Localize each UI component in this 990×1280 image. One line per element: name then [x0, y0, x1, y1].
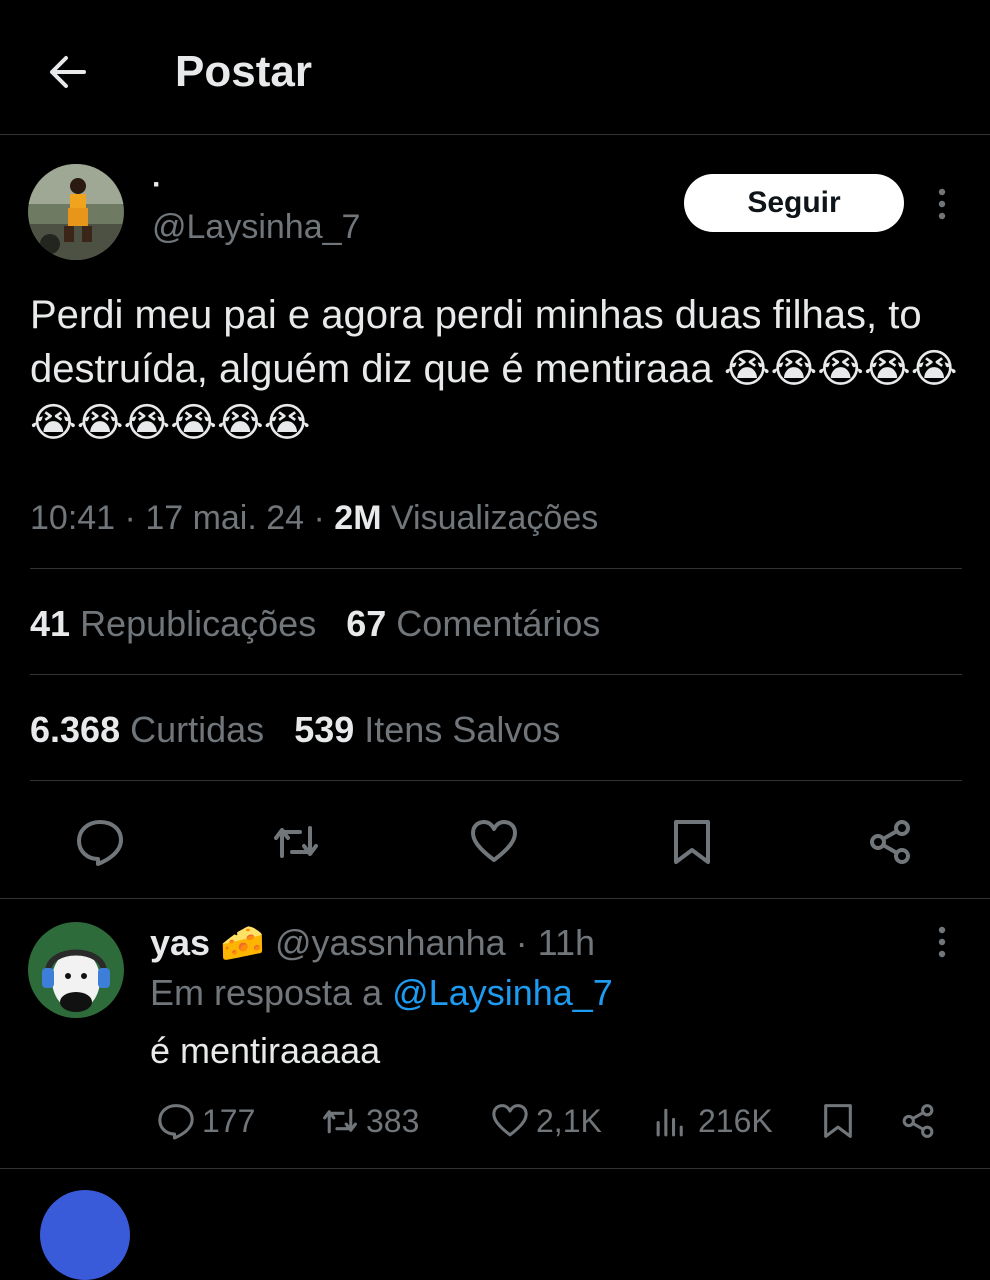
- cheese-emoji: 🧀: [220, 922, 265, 963]
- author-name[interactable]: ·: [152, 170, 162, 200]
- reply-share-button[interactable]: [898, 1098, 938, 1144]
- reply-views-button[interactable]: 216K: [652, 1098, 773, 1144]
- reply-comment-button[interactable]: 177: [156, 1098, 255, 1144]
- views-bar-chart-icon: [656, 1108, 683, 1137]
- reply-time[interactable]: 11h: [538, 922, 595, 963]
- reposts-link[interactable]: 41 Republicações: [30, 603, 316, 644]
- page-title: Postar: [175, 47, 312, 96]
- comments-count: 67: [346, 603, 387, 644]
- author-handle[interactable]: @Laysinha_7: [152, 207, 360, 247]
- more-vertical-icon: [938, 926, 946, 958]
- likes-count: 6.368: [30, 709, 121, 750]
- reply-bookmark-button[interactable]: [818, 1098, 858, 1144]
- repost-icon: [274, 826, 318, 858]
- reply-repost-button[interactable]: 383: [320, 1098, 419, 1144]
- avatar-photo-icon: [28, 164, 124, 260]
- in-reply-handle-link[interactable]: @Laysinha_7: [392, 972, 613, 1013]
- bookmark-icon: [824, 1104, 852, 1138]
- reply-comment-count: 177: [202, 1102, 256, 1139]
- reply-author-name[interactable]: yas: [150, 922, 210, 963]
- reply-views-count: 216K: [698, 1102, 773, 1139]
- more-vertical-icon: [938, 188, 946, 220]
- comments-label: Comentários: [396, 603, 601, 644]
- in-reply-prefix: Em resposta a: [150, 972, 383, 1013]
- saves-label: Itens Salvos: [364, 709, 561, 750]
- divider: [0, 1168, 990, 1169]
- arrow-left-icon: [50, 56, 86, 88]
- share-icon: [902, 1104, 934, 1138]
- next-reply-avatar[interactable]: [40, 1190, 130, 1280]
- in-reply-to: Em resposta a @Laysinha_7: [150, 970, 613, 1016]
- bookmark-icon: [674, 820, 710, 864]
- comment-icon: [158, 1104, 194, 1140]
- likes-link[interactable]: 6.368 Curtidas: [30, 709, 264, 750]
- follow-button[interactable]: Seguir: [684, 174, 904, 232]
- repost-icon: [323, 1108, 357, 1134]
- heart-icon: [492, 1104, 528, 1137]
- likes-saves-stats: 6.368 Curtidas 539 Itens Salvos: [30, 708, 560, 752]
- likes-label: Curtidas: [130, 709, 265, 750]
- heart-icon: [471, 820, 517, 862]
- saves-link[interactable]: 539 Itens Salvos: [294, 709, 560, 750]
- comments-link[interactable]: 67 Comentários: [346, 603, 600, 644]
- divider: [30, 674, 962, 675]
- header-divider: [0, 134, 990, 135]
- reply-text: é mentiraaaaa: [150, 1030, 381, 1071]
- author-avatar[interactable]: [28, 164, 124, 260]
- reply-like-count: 2,1K: [536, 1102, 602, 1139]
- back-button[interactable]: [44, 48, 92, 96]
- share-button[interactable]: [864, 816, 916, 868]
- divider: [30, 780, 962, 781]
- comment-icon: [77, 820, 123, 866]
- views-label: Visualizações: [390, 499, 599, 537]
- reply-button[interactable]: [74, 816, 126, 868]
- tweet-meta: 10:41 · 17 mai. 24 · 2M Visualizações: [30, 499, 599, 537]
- reposts-label: Republicações: [80, 603, 317, 644]
- snoopy-avatar-icon: [28, 922, 124, 1018]
- bookmark-button[interactable]: [666, 816, 718, 868]
- share-icon: [870, 820, 910, 864]
- tweet-text: Perdi meu pai e agora perdi minhas duas …: [30, 288, 960, 450]
- reply-author-handle[interactable]: @yassnhanha: [275, 922, 506, 963]
- tweet-time[interactable]: 10:41: [30, 499, 115, 537]
- repost-button[interactable]: [270, 816, 322, 868]
- reply-more-options-button[interactable]: [928, 924, 956, 960]
- reply-like-button[interactable]: 2,1K: [490, 1098, 602, 1144]
- like-button[interactable]: [468, 816, 520, 868]
- divider: [0, 898, 990, 899]
- repost-comment-stats: 41 Republicações 67 Comentários: [30, 602, 600, 646]
- reply-repost-count: 383: [366, 1102, 420, 1139]
- views-count: 2M: [334, 499, 382, 537]
- reposts-count: 41: [30, 603, 71, 644]
- tweet-date[interactable]: 17 mai. 24: [145, 499, 304, 537]
- more-options-button[interactable]: [928, 186, 956, 222]
- divider: [30, 568, 962, 569]
- saves-count: 539: [294, 709, 355, 750]
- reply-header: yas 🧀 @yassnhanha · 11h: [150, 922, 596, 963]
- reply-avatar[interactable]: [28, 922, 124, 1018]
